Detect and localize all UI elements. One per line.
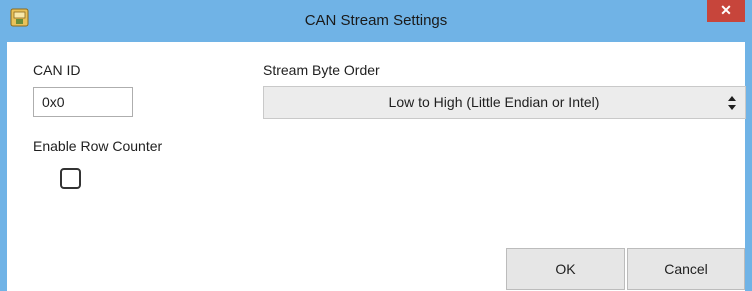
title-bar[interactable]: CAN Stream Settings ✕ — [0, 0, 752, 42]
up-down-arrows-icon — [727, 95, 737, 111]
can-id-label: CAN ID — [33, 62, 81, 78]
byte-order-selected-value: Low to High (Little Endian or Intel) — [388, 94, 600, 110]
close-button[interactable]: ✕ — [707, 0, 745, 22]
window-title: CAN Stream Settings — [304, 12, 448, 29]
byte-order-select[interactable]: Low to High (Little Endian or Intel) — [263, 86, 746, 119]
cancel-button[interactable]: Cancel — [627, 248, 745, 290]
close-icon: ✕ — [720, 2, 732, 18]
ok-button[interactable]: OK — [506, 248, 625, 290]
row-counter-checkbox[interactable] — [60, 168, 81, 189]
dialog-content: CAN ID Stream Byte Order Low to High (Li… — [7, 42, 746, 291]
byte-order-label: Stream Byte Order — [263, 62, 380, 78]
can-id-input[interactable] — [33, 87, 133, 117]
row-counter-label: Enable Row Counter — [33, 138, 163, 154]
